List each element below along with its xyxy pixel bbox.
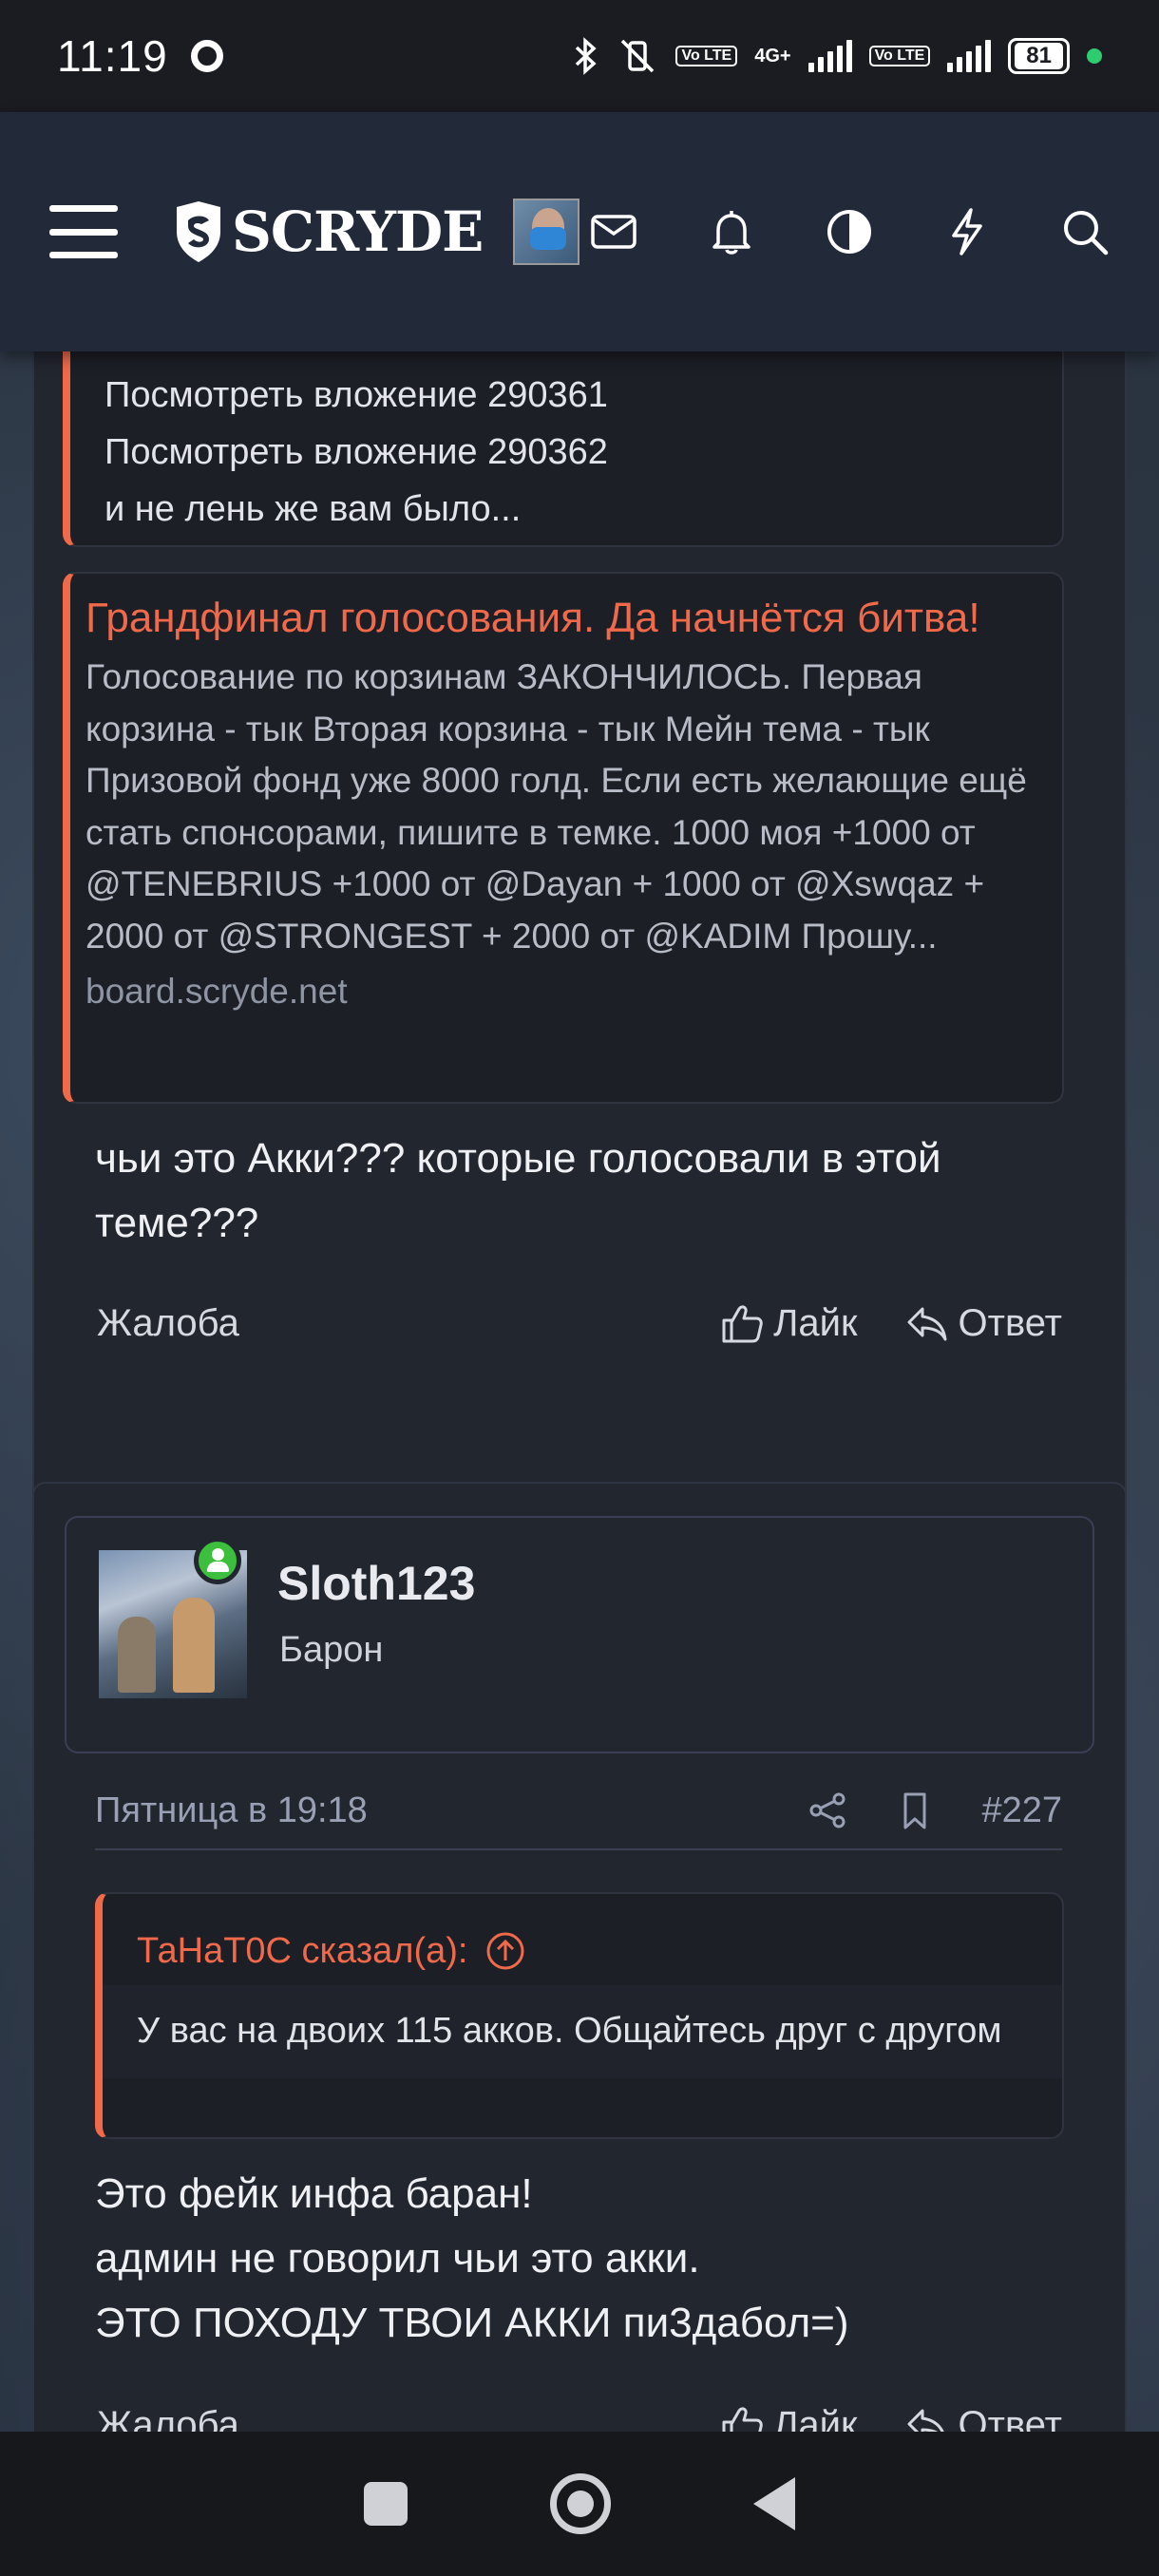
post-body-line: админ не говорил чьи это акки.: [95, 2235, 700, 2282]
reply-icon: [907, 1307, 947, 1341]
reply-icon: [907, 2409, 944, 2432]
signal-bars-2-icon: [947, 40, 992, 72]
post-meta: Пятница в 19:18 #227: [95, 1772, 1062, 1850]
signal-bars-icon: [808, 40, 852, 72]
like-label: Лайк: [773, 1301, 858, 1344]
status-time: 11:19: [57, 31, 168, 81]
reply-label: Ответ: [958, 2403, 1062, 2433]
unfurl-host: board.scryde.net: [86, 972, 348, 1011]
volte-badge-2: Vo LTE: [868, 46, 931, 66]
app-header: SCRYDE: [0, 112, 1159, 351]
volte-badge: Vo LTE: [675, 46, 738, 66]
menu-icon[interactable]: [49, 205, 118, 258]
recent-apps-button[interactable]: [364, 2482, 408, 2526]
author-username[interactable]: Sloth123: [277, 1556, 475, 1611]
like-button[interactable]: Лайк: [720, 1301, 858, 1345]
logo-shield-icon: [177, 201, 220, 262]
battery-icon: 81: [1008, 38, 1070, 74]
post-actions: Жалоба Лайк Ответ: [97, 1301, 1062, 1345]
bookmark-icon[interactable]: [894, 1790, 936, 1831]
mail-icon[interactable]: [589, 207, 638, 256]
reply-label: Ответ: [958, 1301, 1062, 1344]
logo-text: SCRYDE: [232, 199, 484, 264]
post-actions: Жалоба Лайк Ответ: [97, 2403, 1062, 2432]
bell-icon[interactable]: [707, 207, 756, 256]
unfurl-description: Голосование по корзинам ЗАКОНЧИЛОСЬ. Пер…: [86, 657, 1027, 956]
post-date[interactable]: Пятница в 19:18: [95, 1790, 368, 1831]
quote-block: ТаНаТ0С сказал(а): У вас на двоих 115 ак…: [95, 1892, 1064, 2139]
quote-line[interactable]: Посмотреть вложение 290362: [70, 424, 1062, 481]
unfurl-title[interactable]: Грандфинал голосования. Да начнётся битв…: [70, 574, 1039, 642]
post-author-block: Sloth123 Барон: [65, 1516, 1094, 1753]
home-button[interactable]: [550, 2473, 611, 2534]
thumbs-up-icon: [722, 1305, 763, 1343]
quote-line: и не лень же вам было...: [104, 489, 522, 529]
post-body: чьи это Акки??? которые голосовали в это…: [95, 1135, 941, 1246]
contrast-icon[interactable]: [825, 207, 874, 256]
like-label: Лайк: [773, 2403, 858, 2433]
user-avatar-small[interactable]: [513, 199, 580, 265]
site-logo[interactable]: SCRYDE: [173, 199, 484, 264]
report-button[interactable]: Жалоба: [97, 2404, 239, 2433]
jump-to-quote-icon[interactable]: [484, 1930, 526, 1972]
author-title: Барон: [279, 1630, 384, 1670]
share-icon[interactable]: [807, 1790, 848, 1831]
bluetooth-icon: [576, 37, 598, 75]
quote-block: Посмотреть вложение 290361 Посмотреть вл…: [63, 351, 1064, 547]
reply-button[interactable]: Ответ: [905, 2403, 1062, 2432]
network-type: 4G+: [754, 45, 791, 66]
back-button[interactable]: [753, 2477, 795, 2530]
quote-body: У вас на двоих 115 акков. Общайтесь друг…: [103, 1985, 1062, 2078]
post-body-line: Это фейк инфа баран!: [95, 2170, 533, 2217]
system-nav-bar: [0, 2432, 1159, 2576]
notification-ring-icon: [190, 40, 223, 72]
battery-level: 81: [1015, 43, 1063, 69]
online-status-icon: [194, 1537, 241, 1584]
thread-content[interactable]: Посмотреть вложение 290361 Посмотреть вл…: [0, 351, 1159, 2432]
quote-author: ТаНаТ0С сказал(а):: [137, 1930, 468, 1971]
quote-line[interactable]: Посмотреть вложение 290361: [70, 367, 1062, 424]
privacy-dot-icon: [1087, 48, 1102, 64]
search-icon[interactable]: [1060, 207, 1110, 256]
report-button[interactable]: Жалоба: [97, 1302, 239, 1345]
lightning-icon[interactable]: [942, 207, 992, 256]
post-number[interactable]: #227: [981, 1790, 1062, 1831]
link-unfurl[interactable]: Грандфинал голосования. Да начнётся битв…: [63, 572, 1064, 1104]
status-bar: 11:19 Vo LTE 4G+ Vo LTE 81: [0, 0, 1159, 112]
like-button[interactable]: Лайк: [720, 2403, 858, 2433]
thumbs-up-icon: [722, 2407, 763, 2432]
post-body-line: ЭТО ПОХОДУ ТВОИ АККИ пи3дабол=): [95, 2300, 849, 2346]
quote-text: У вас на двоих 115 акков. Общайтесь друг…: [137, 2011, 1002, 2051]
reply-button[interactable]: Ответ: [905, 1301, 1062, 1345]
post-body: Это фейк инфа баран! админ не говорил чь…: [95, 2162, 1074, 2356]
vibrate-off-icon: [621, 39, 655, 73]
quote-header[interactable]: ТаНаТ0С сказал(а):: [103, 1894, 1062, 1985]
